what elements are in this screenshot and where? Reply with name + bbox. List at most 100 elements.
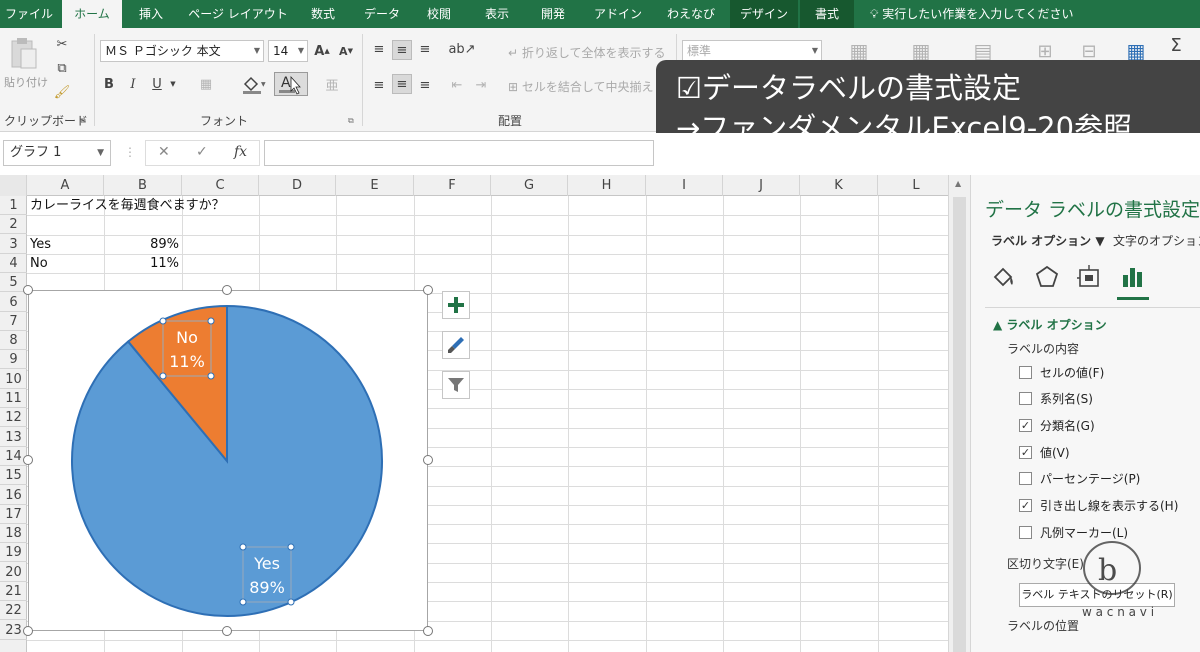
option-checkbox-row[interactable]: 系列名(S): [1019, 391, 1093, 407]
shrink-font-icon[interactable]: A ▼: [337, 42, 355, 60]
tab-file[interactable]: ファイル: [0, 0, 58, 28]
resize-handle[interactable]: [23, 626, 33, 636]
col-header[interactable]: L: [878, 175, 948, 196]
label-handle[interactable]: [159, 317, 167, 325]
unchecked-box-icon[interactable]: [1019, 525, 1032, 539]
row-header[interactable]: 21: [0, 582, 27, 601]
row-header[interactable]: 4: [0, 254, 27, 273]
row-header[interactable]: 3: [0, 235, 27, 254]
resize-handle[interactable]: [23, 285, 33, 295]
col-header[interactable]: G: [491, 175, 568, 196]
checked-box-icon[interactable]: ✓: [1019, 499, 1032, 512]
tab-review[interactable]: 校閲: [416, 0, 462, 28]
select-all-corner[interactable]: [0, 175, 27, 196]
label-handle[interactable]: [159, 372, 167, 380]
tab-data[interactable]: データ: [354, 0, 410, 28]
col-header[interactable]: I: [646, 175, 723, 196]
label-handle[interactable]: [287, 543, 295, 551]
col-header[interactable]: D: [259, 175, 336, 196]
tell-me-box[interactable]: 💡︎ 実行したい作業を入力してください: [870, 0, 1074, 28]
label-options-section[interactable]: ▲ ラベル オプション: [993, 316, 1107, 333]
col-header[interactable]: C: [182, 175, 259, 196]
decrease-indent-icon[interactable]: ⇤: [448, 76, 466, 94]
checked-box-icon[interactable]: ✓: [1019, 418, 1032, 432]
tab-text-options[interactable]: 文字のオプション: [1113, 232, 1200, 249]
cell-a3[interactable]: Yes: [30, 235, 51, 254]
borders-icon[interactable]: ▦: [194, 74, 218, 94]
insert-function-icon[interactable]: fx: [234, 144, 247, 160]
scroll-up-icon[interactable]: ▲: [955, 179, 961, 188]
label-options-bar-icon[interactable]: [1119, 263, 1147, 291]
align-top-icon[interactable]: ≡: [370, 40, 388, 58]
option-checkbox-row[interactable]: ✓ 分類名(G): [1019, 417, 1095, 433]
tab-view[interactable]: 表示: [474, 0, 520, 28]
tab-formulas[interactable]: 数式: [300, 0, 346, 28]
col-header[interactable]: H: [568, 175, 646, 196]
chart-elements-button[interactable]: [442, 291, 470, 319]
font-dialog-launcher-icon[interactable]: ⧉: [348, 116, 354, 126]
checked-box-icon[interactable]: ✓: [1019, 445, 1032, 459]
orientation-icon[interactable]: ab↗: [448, 40, 476, 58]
row-header[interactable]: 11: [0, 389, 27, 408]
format-painter-icon[interactable]: 🖌︎: [52, 82, 72, 102]
copy-icon[interactable]: ⧉: [52, 58, 72, 78]
font-name-box[interactable]: ＭＳ Ｐゴシック 本文 ▼: [100, 40, 264, 62]
size-properties-icon[interactable]: [1075, 263, 1103, 291]
resize-handle[interactable]: [222, 626, 232, 636]
effects-icon[interactable]: [1033, 263, 1061, 291]
row-header[interactable]: 8: [0, 331, 27, 351]
row-header[interactable]: 10: [0, 370, 27, 389]
tab-home[interactable]: ホーム: [62, 0, 122, 28]
cut-icon[interactable]: ✂: [52, 34, 72, 54]
cell-a1[interactable]: カレーライスを毎週食べますか？: [30, 196, 225, 215]
unchecked-box-icon[interactable]: [1019, 472, 1032, 486]
align-bottom-icon[interactable]: ≡: [416, 40, 434, 58]
worksheet-grid[interactable]: A B C D E F G H I J K L 1 2 3 4 5 6 7 8 9 10 11 12 1…: [0, 175, 948, 652]
row-header[interactable]: 22: [0, 601, 27, 621]
fill-line-icon[interactable]: [989, 263, 1017, 291]
resize-handle[interactable]: [423, 455, 433, 465]
font-size-box[interactable]: 14 ▼: [268, 40, 308, 62]
row-header[interactable]: 20: [0, 563, 27, 582]
resize-handle[interactable]: [423, 626, 433, 636]
option-checkbox-row[interactable]: ✓ 引き出し線を表示する(H): [1019, 498, 1178, 514]
tab-chart-format[interactable]: 書式: [800, 0, 854, 28]
chart-styles-button[interactable]: [442, 331, 470, 359]
label-handle[interactable]: [207, 317, 215, 325]
tab-chart-design[interactable]: デザイン: [730, 0, 798, 28]
formula-input[interactable]: [264, 140, 654, 166]
resize-handle[interactable]: [23, 455, 33, 465]
enter-icon[interactable]: ✓: [196, 144, 208, 160]
label-handle[interactable]: [287, 598, 295, 606]
underline-dropdown-icon[interactable]: ▼: [168, 74, 178, 94]
align-center-icon[interactable]: ≡: [392, 74, 412, 94]
grow-font-icon[interactable]: A ▲: [313, 42, 331, 60]
cell-b3[interactable]: 89%: [104, 235, 179, 254]
chart-filters-button[interactable]: [442, 371, 470, 399]
resize-handle[interactable]: [222, 285, 232, 295]
row-header[interactable]: 9: [0, 350, 27, 370]
autosum-icon[interactable]: Σ: [1166, 30, 1186, 60]
phonetic-icon[interactable]: 亜: [324, 74, 340, 94]
vertical-scrollbar[interactable]: ▲: [948, 175, 970, 652]
tab-insert[interactable]: 挿入: [128, 0, 174, 28]
col-header[interactable]: F: [414, 175, 491, 196]
bold-button[interactable]: B: [100, 74, 118, 94]
row-header[interactable]: 2: [0, 215, 27, 235]
align-right-icon[interactable]: ≡: [416, 76, 434, 94]
label-handle[interactable]: [239, 543, 247, 551]
pie-chart[interactable]: Yes 89% No 11%: [28, 290, 428, 631]
tab-waenavi[interactable]: わえなび: [658, 0, 724, 28]
fill-color-icon[interactable]: ▼: [240, 74, 268, 94]
row-header[interactable]: 19: [0, 543, 27, 563]
cell-b4[interactable]: 11%: [104, 254, 179, 273]
resize-handle[interactable]: [423, 285, 433, 295]
col-header[interactable]: B: [104, 175, 182, 196]
underline-button[interactable]: U: [148, 74, 166, 94]
option-checkbox-row[interactable]: セルの値(F): [1019, 364, 1104, 380]
cell-a4[interactable]: No: [30, 254, 48, 273]
number-format-box[interactable]: 標準 ▼: [682, 40, 822, 62]
scrollbar-thumb[interactable]: [953, 197, 966, 652]
row-header[interactable]: 12: [0, 408, 27, 428]
row-header[interactable]: 6: [0, 293, 27, 312]
